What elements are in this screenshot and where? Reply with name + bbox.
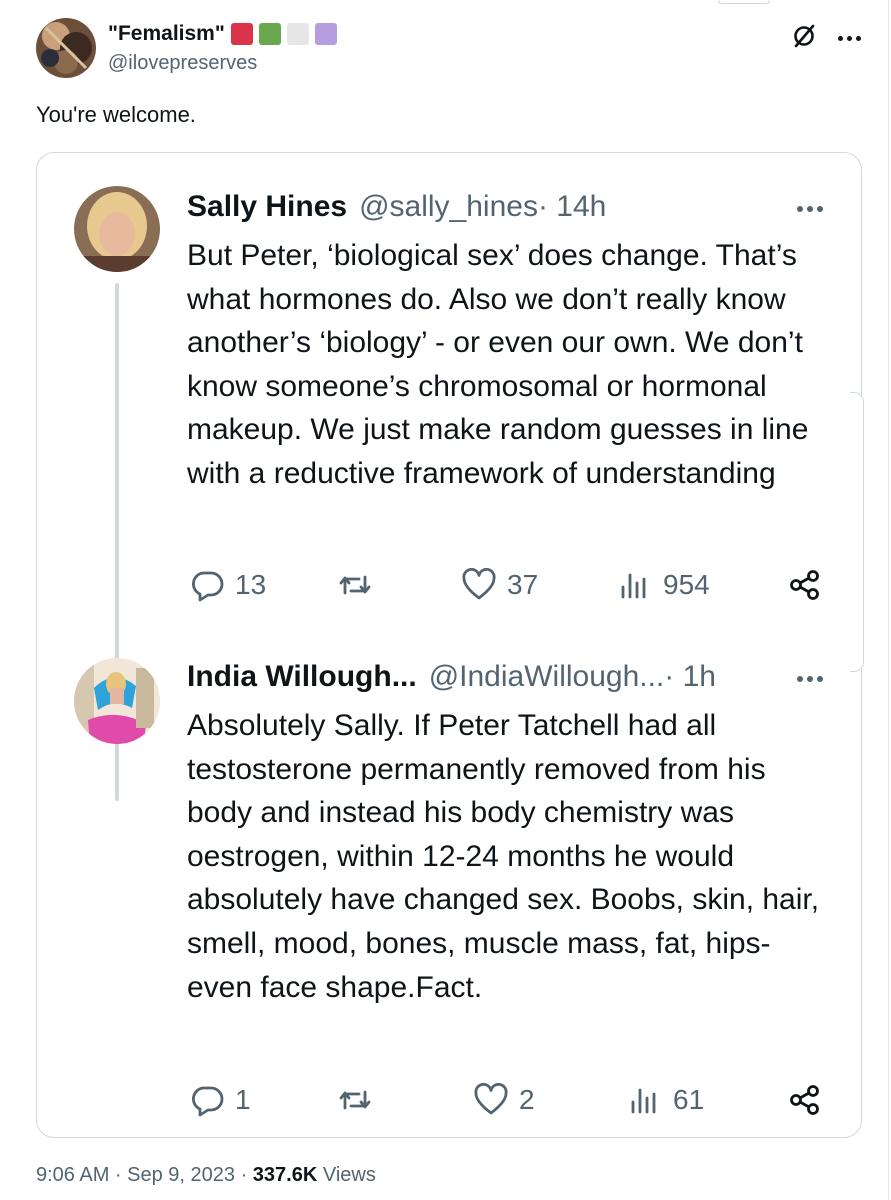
- tweet1-share-button[interactable]: [787, 567, 823, 603]
- outer-more-icon[interactable]: [838, 36, 861, 41]
- bar-chart-icon: [627, 1082, 663, 1118]
- scrollbar-handle[interactable]: [850, 392, 864, 672]
- tweet1-text: But Peter, ‘biological sex’ does change.…: [187, 239, 809, 490]
- flag-emoji-green: [258, 23, 281, 45]
- india-willoughby-avatar[interactable]: [74, 658, 160, 744]
- quoted-thread-card[interactable]: Sally Hines @sally_hines · 14h But Peter…: [36, 152, 862, 1138]
- heart-icon: [473, 1082, 509, 1118]
- top-tab-edge: [718, 0, 770, 4]
- reply-bubble-icon: [189, 567, 225, 603]
- outer-author-name[interactable]: "Femalism": [108, 22, 225, 46]
- tweet2-reply-count: 1: [235, 1084, 251, 1115]
- outer-author-avatar[interactable]: [36, 18, 96, 78]
- tweet1-handle[interactable]: @sally_hines: [359, 190, 538, 224]
- tweet2-reply-button[interactable]: 1: [189, 1082, 251, 1118]
- tweet1-more-icon[interactable]: [797, 206, 823, 212]
- tweet1-reply-count: 13: [235, 569, 267, 600]
- tweet1-view-count: 954: [663, 569, 710, 600]
- tweet2-like-button[interactable]: 2: [473, 1082, 535, 1118]
- outer-author-handle[interactable]: @ilovepreserves: [108, 52, 257, 75]
- tweet1-author-name[interactable]: Sally Hines: [187, 190, 347, 224]
- retweet-arrows-icon: [337, 567, 373, 603]
- tweet1-time[interactable]: · 14h: [538, 190, 606, 224]
- share-nodes-icon: [787, 1082, 823, 1118]
- tweet1-actions: 13 37 954: [187, 567, 827, 607]
- tweet1-reply-button[interactable]: 13: [189, 567, 266, 603]
- heart-icon: [461, 567, 497, 603]
- flag-emoji-red: [230, 23, 253, 45]
- tweet2-share-button[interactable]: [787, 1082, 823, 1118]
- bar-chart-icon: [617, 567, 653, 603]
- tweet2-time[interactable]: · 1h: [664, 660, 716, 694]
- tweet2-author-name[interactable]: India Willough...: [187, 660, 417, 694]
- tweet2-text: Absolutely Sally. If Peter Tatchell had …: [187, 709, 820, 1004]
- grok-slash-icon[interactable]: [790, 22, 818, 55]
- tweet2-views-button[interactable]: 61: [627, 1082, 704, 1118]
- tweet2-handle[interactable]: @IndiaWillough...: [429, 660, 665, 694]
- outer-tweet-text: You're welcome.: [36, 102, 196, 127]
- tweet-footer: 9:06 AM · Sep 9, 2023 · 337.6K Views: [36, 1164, 376, 1187]
- tweet-timestamp[interactable]: 9:06 AM · Sep 9, 2023 ·: [36, 1164, 253, 1186]
- tweet1-like-button[interactable]: 37: [461, 567, 538, 603]
- sally-hines-avatar[interactable]: [74, 186, 160, 272]
- reply-bubble-icon: [189, 1082, 225, 1118]
- tweet1-like-count: 37: [507, 569, 539, 600]
- tweet2-like-count: 2: [519, 1084, 535, 1115]
- page-edge: [888, 0, 889, 1200]
- tweet1-retweet-button[interactable]: [337, 567, 383, 603]
- tweet2-more-icon[interactable]: [797, 676, 823, 682]
- tweet-views-count: 337.6K: [252, 1164, 318, 1186]
- retweet-arrows-icon: [337, 1082, 373, 1118]
- tweet2-view-count: 61: [673, 1084, 705, 1115]
- share-nodes-icon: [787, 567, 823, 603]
- tweet2-actions: 1 2 61: [187, 1082, 827, 1122]
- tweet1-views-button[interactable]: 954: [617, 567, 710, 603]
- flag-emoji-white: [286, 23, 309, 45]
- tweet2-retweet-button[interactable]: [337, 1082, 383, 1118]
- tweet-views-label: Views: [317, 1164, 376, 1186]
- flag-emoji-purple: [314, 23, 337, 45]
